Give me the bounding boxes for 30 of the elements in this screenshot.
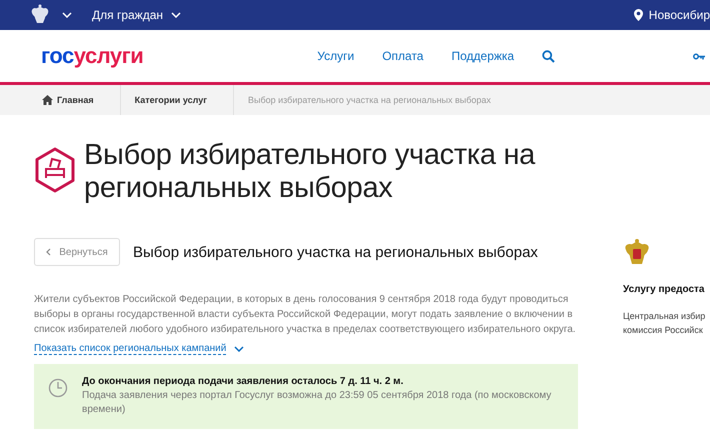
search-icon[interactable] (542, 50, 556, 62)
home-icon (42, 95, 53, 105)
provider-heading: Услугу предоста (623, 284, 704, 295)
chevron-left-icon (46, 248, 52, 256)
service-title: Выбор избирательного участка на региональных выборах (133, 244, 538, 260)
nav-link[interactable]: Поддержка (451, 49, 514, 63)
ballot-box-icon (34, 147, 76, 193)
breadcrumb-link[interactable]: Категории услуг (134, 85, 234, 115)
audience-menu[interactable]: Для граждан (92, 8, 182, 22)
provider-text: комиссия Российск (623, 324, 704, 337)
campaigns-link[interactable]: Показать список региональных кампаний (34, 343, 244, 355)
provider-text: Центральная избир (623, 310, 706, 323)
description-text: Жители субъектов Российской Федерации, в которых в день голосования 9 сентября 2018 года будут проводиться выборы в органы государственной власти субъекта Российской Федерации, могут подать заявление о включении в список избирателей любого удобного избирательного участка в пределах соответствующего избирательного округа. (34, 293, 577, 337)
chevron-down-icon (171, 12, 182, 18)
chevron-down-icon (234, 346, 244, 352)
logo[interactable]: госуслуги (41, 43, 144, 69)
deadline-note: Подача заявления через портал Госуслуг возможна до 23:59 05 сентября 2018 года (по московскому времени) (82, 389, 552, 417)
location-button[interactable]: Новосибир (634, 8, 710, 22)
chevron-down-icon (62, 12, 72, 18)
region-menu-button[interactable] (30, 4, 72, 26)
page-title: Выбор избирательного участка на региональных выборах (84, 139, 536, 205)
breadcrumb-link[interactable]: Главная (42, 85, 121, 115)
back-button[interactable]: Вернуться (34, 238, 120, 266)
emblem-icon (30, 4, 50, 26)
clock-icon (48, 378, 68, 398)
nav-link[interactable]: Услуги (317, 49, 354, 63)
map-pin-icon (634, 9, 643, 21)
nav-link[interactable]: Оплата (382, 49, 424, 63)
deadline-title: До окончания периода подачи заявления осталось 7 д. 11 ч. 2 м. (82, 376, 404, 387)
key-icon[interactable] (693, 52, 705, 60)
